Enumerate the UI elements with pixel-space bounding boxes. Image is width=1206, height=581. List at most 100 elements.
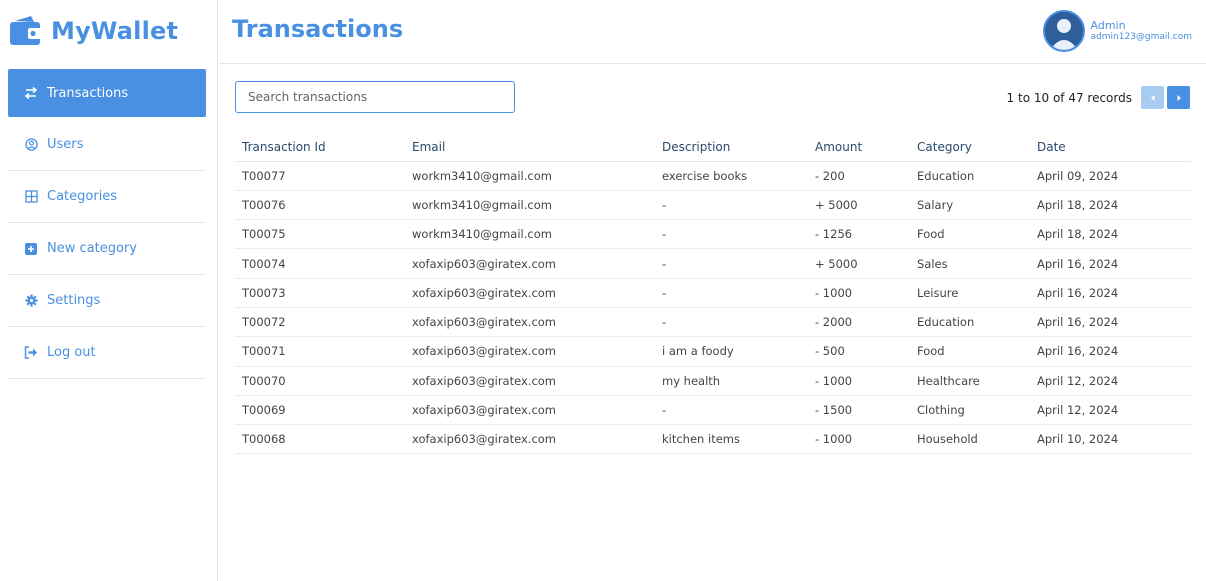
transaction-id-cell: T00069	[235, 395, 405, 426]
category-cell: Food	[910, 336, 1030, 367]
amount-cell: - 1500	[808, 395, 910, 426]
email-cell: xofaxip603@giratex.com	[405, 424, 655, 455]
sidebar-nav: Transactions Users Categories New catego…	[8, 69, 206, 379]
sidebar-item-transactions[interactable]: Transactions	[8, 69, 206, 117]
description-cell: my health	[655, 366, 808, 396]
user-name: Admin	[1090, 18, 1126, 32]
description-cell: -	[655, 307, 808, 338]
category-cell: Food	[910, 219, 1030, 250]
description-cell: -	[655, 190, 808, 221]
sidebar-item-label: Transactions	[47, 85, 129, 101]
sidebar-item-label: Settings	[47, 293, 101, 308]
table-row[interactable]: T00070 xofaxip603@giratex.com my health - 1…	[235, 366, 1191, 396]
table-row[interactable]: T00071 xofaxip603@giratex.com i am a foody…	[235, 336, 1191, 367]
amount-cell: - 1000	[808, 278, 910, 308]
sidebar: MyWallet Transactions Users Categories N…	[0, 0, 218, 581]
amount-cell: + 5000	[808, 248, 910, 279]
column-header-description[interactable]: Description	[655, 133, 808, 162]
table-row[interactable]: T00074 xofaxip603@giratex.com - + 5000 Sales…	[235, 248, 1191, 279]
transaction-id-cell: T00077	[235, 161, 405, 191]
wallet-icon	[9, 15, 43, 47]
table-row[interactable]: T00069 xofaxip603@giratex.com - - 1500 Cloth…	[235, 395, 1191, 426]
next-page-button[interactable]	[1167, 86, 1190, 109]
category-cell: Household	[910, 424, 1030, 455]
category-cell: Sales	[910, 248, 1030, 279]
description-cell: -	[655, 219, 808, 250]
plus-square-icon	[23, 241, 39, 257]
amount-cell: + 5000	[808, 190, 910, 221]
table-row[interactable]: T00073 xofaxip603@giratex.com - - 1000 Leisu…	[235, 278, 1191, 308]
grid-icon	[23, 189, 39, 205]
gear-icon	[23, 293, 39, 309]
amount-cell: - 200	[808, 161, 910, 191]
pagination-summary: 1 to 10 of 47 records	[1006, 90, 1132, 105]
table-row[interactable]: T00068 xofaxip603@giratex.com kitchen item…	[235, 424, 1191, 455]
pagination: 1 to 10 of 47 records	[1007, 86, 1190, 109]
swap-arrows-icon	[23, 85, 39, 101]
date-cell: April 09, 2024	[1030, 161, 1191, 191]
transaction-id-cell: T00075	[235, 219, 405, 250]
email-cell: workm3410@gmail.com	[405, 190, 655, 221]
chevron-left-icon	[1150, 94, 1154, 101]
transaction-id-cell: T00068	[235, 424, 405, 455]
sidebar-item-users[interactable]: Users	[8, 119, 206, 171]
table-row[interactable]: T00075 workm3410@gmail.com - - 1256 Food Apri…	[235, 219, 1191, 250]
email-cell: xofaxip603@giratex.com	[405, 336, 655, 367]
category-cell: Education	[910, 161, 1030, 191]
transaction-id-cell: T00070	[235, 366, 405, 396]
search-input[interactable]	[235, 81, 515, 113]
transaction-id-cell: T00076	[235, 190, 405, 221]
brand-logo[interactable]: MyWallet	[9, 11, 178, 51]
email-cell: workm3410@gmail.com	[405, 161, 655, 191]
sidebar-item-label: Users	[47, 137, 84, 152]
sidebar-item-settings[interactable]: Settings	[8, 275, 206, 327]
date-cell: April 18, 2024	[1030, 219, 1191, 250]
sidebar-item-logout[interactable]: Log out	[8, 327, 206, 379]
user-profile[interactable]: Admin admin123@gmail.com	[1042, 10, 1192, 52]
page-title: Transactions	[232, 15, 404, 43]
date-cell: April 10, 2024	[1030, 424, 1191, 455]
date-cell: April 16, 2024	[1030, 248, 1191, 279]
description-cell: i am a foody	[655, 336, 808, 367]
category-cell: Leisure	[910, 278, 1030, 308]
description-cell: -	[655, 248, 808, 279]
brand-name: MyWallet	[51, 17, 179, 45]
column-header-date[interactable]: Date	[1030, 133, 1191, 162]
amount-cell: - 2000	[808, 307, 910, 338]
transaction-id-cell: T00073	[235, 278, 405, 308]
table-row[interactable]: T00072 xofaxip603@giratex.com - - 2000 Educa…	[235, 307, 1191, 338]
amount-cell: - 1000	[808, 366, 910, 396]
previous-page-button[interactable]	[1141, 86, 1164, 109]
table-row[interactable]: T00076 workm3410@gmail.com - + 5000 Salary Ap…	[235, 190, 1191, 221]
category-cell: Salary	[910, 190, 1030, 221]
description-cell: exercise books	[655, 161, 808, 191]
email-cell: xofaxip603@giratex.com	[405, 307, 655, 338]
date-cell: April 12, 2024	[1030, 366, 1191, 396]
email-cell: xofaxip603@giratex.com	[405, 278, 655, 308]
column-header-amount[interactable]: Amount	[808, 133, 910, 162]
column-header-email[interactable]: Email	[405, 133, 655, 162]
sidebar-item-new-category[interactable]: New category	[8, 223, 206, 275]
column-header-transaction-id[interactable]: Transaction Id	[235, 133, 405, 162]
amount-cell: - 500	[808, 336, 910, 367]
sidebar-item-categories[interactable]: Categories	[8, 171, 206, 223]
table-header-row: Transaction Id Email Description Amount …	[235, 133, 1191, 162]
top-header: Transactions Admin admin123@gmail.com	[219, 0, 1206, 64]
sidebar-item-label: Categories	[47, 189, 118, 204]
user-circle-icon	[23, 137, 39, 153]
avatar[interactable]	[1042, 10, 1085, 52]
date-cell: April 16, 2024	[1030, 307, 1191, 338]
table-row[interactable]: T00077 workm3410@gmail.com exercise books -…	[235, 161, 1191, 191]
user-email: admin123@gmail.com	[1090, 31, 1192, 42]
date-cell: April 16, 2024	[1030, 336, 1191, 367]
category-cell: Education	[910, 307, 1030, 338]
column-header-category[interactable]: Category	[910, 133, 1030, 162]
sidebar-item-label: New category	[47, 241, 137, 256]
transaction-id-cell: T00074	[235, 248, 405, 279]
description-cell: -	[655, 395, 808, 426]
description-cell: -	[655, 278, 808, 308]
date-cell: April 18, 2024	[1030, 190, 1191, 221]
category-cell: Clothing	[910, 395, 1030, 426]
logout-icon	[23, 345, 39, 361]
date-cell: April 16, 2024	[1030, 278, 1191, 308]
